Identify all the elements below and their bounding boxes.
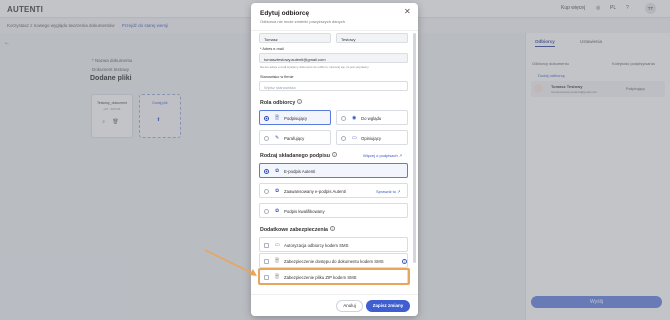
pointer-arrow-icon [204,249,257,276]
